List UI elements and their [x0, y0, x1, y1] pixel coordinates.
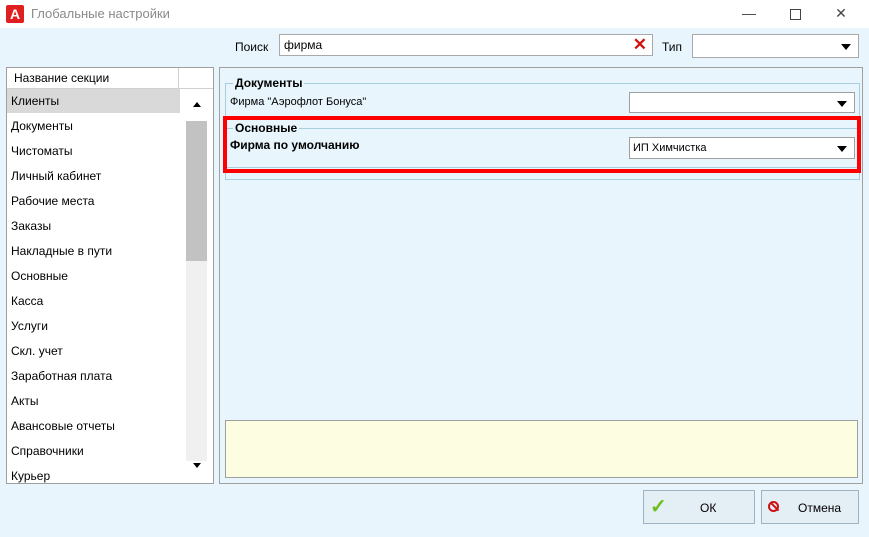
- sections-list: Название секции Клиенты Документы Чистом…: [6, 67, 214, 484]
- section-item-acts[interactable]: Акты: [7, 389, 180, 413]
- type-label: Тип: [662, 40, 683, 54]
- scrollbar-thumb[interactable]: [186, 121, 207, 261]
- section-item-cash[interactable]: Касса: [7, 289, 180, 313]
- maximize-button[interactable]: [772, 0, 818, 28]
- section-item-courier[interactable]: Курьер: [7, 464, 180, 483]
- sections-list-header: Название секции: [7, 68, 213, 89]
- ok-button[interactable]: ✓ ОК: [643, 490, 755, 524]
- sections-scrollbar[interactable]: [186, 89, 207, 483]
- cancel-button-label: Отмена: [798, 501, 842, 515]
- highlight-annotation: [223, 116, 861, 173]
- section-item-personal-account[interactable]: Личный кабинет: [7, 164, 180, 188]
- ok-button-label: ОК: [700, 501, 717, 515]
- column-header-section-name[interactable]: Название секции: [7, 68, 179, 88]
- search-label: Поиск: [235, 40, 269, 54]
- type-dropdown[interactable]: [692, 34, 859, 58]
- section-item-main[interactable]: Основные: [7, 264, 180, 288]
- section-item-directories[interactable]: Справочники: [7, 439, 180, 463]
- section-item-documents[interactable]: Документы: [7, 114, 180, 138]
- cancel-button[interactable]: Отмена: [761, 490, 859, 524]
- chevron-down-icon: [837, 101, 847, 107]
- description-box: [225, 420, 858, 478]
- section-item-warehouse[interactable]: Скл. учет: [7, 339, 180, 363]
- section-item-workplaces[interactable]: Рабочие места: [7, 189, 180, 213]
- chevron-down-icon: [841, 44, 851, 50]
- documents-group-title: Документы: [233, 76, 305, 90]
- aeroflot-firm-dropdown[interactable]: [629, 92, 855, 113]
- close-button[interactable]: ✕: [818, 0, 864, 28]
- section-item-advance-reports[interactable]: Авансовые отчеты: [7, 414, 180, 438]
- app-logo-icon: A: [6, 5, 24, 23]
- scroll-down-icon[interactable]: [193, 463, 201, 468]
- search-value: фирма: [284, 38, 323, 52]
- minimize-button[interactable]: —: [726, 0, 772, 28]
- section-item-chistomaty[interactable]: Чистоматы: [7, 139, 180, 163]
- section-item-salary[interactable]: Заработная плата: [7, 364, 180, 388]
- section-item-services[interactable]: Услуги: [7, 314, 180, 338]
- section-item-clients[interactable]: Клиенты: [7, 89, 180, 113]
- scroll-up-icon[interactable]: [193, 102, 201, 107]
- window-title: Глобальные настройки: [31, 6, 170, 21]
- section-item-orders[interactable]: Заказы: [7, 214, 180, 238]
- aeroflot-firm-label: Фирма "Аэрофлот Бонуса": [230, 96, 367, 108]
- clear-search-icon[interactable]: ✕: [633, 36, 647, 54]
- maximize-icon: [789, 9, 801, 20]
- section-item-waybills[interactable]: Накладные в пути: [7, 239, 180, 263]
- check-icon: ✓: [650, 496, 667, 518]
- title-bar: A Глобальные настройки — ✕: [0, 0, 869, 28]
- search-input[interactable]: фирма ✕: [279, 34, 653, 56]
- cancel-icon: [768, 501, 779, 512]
